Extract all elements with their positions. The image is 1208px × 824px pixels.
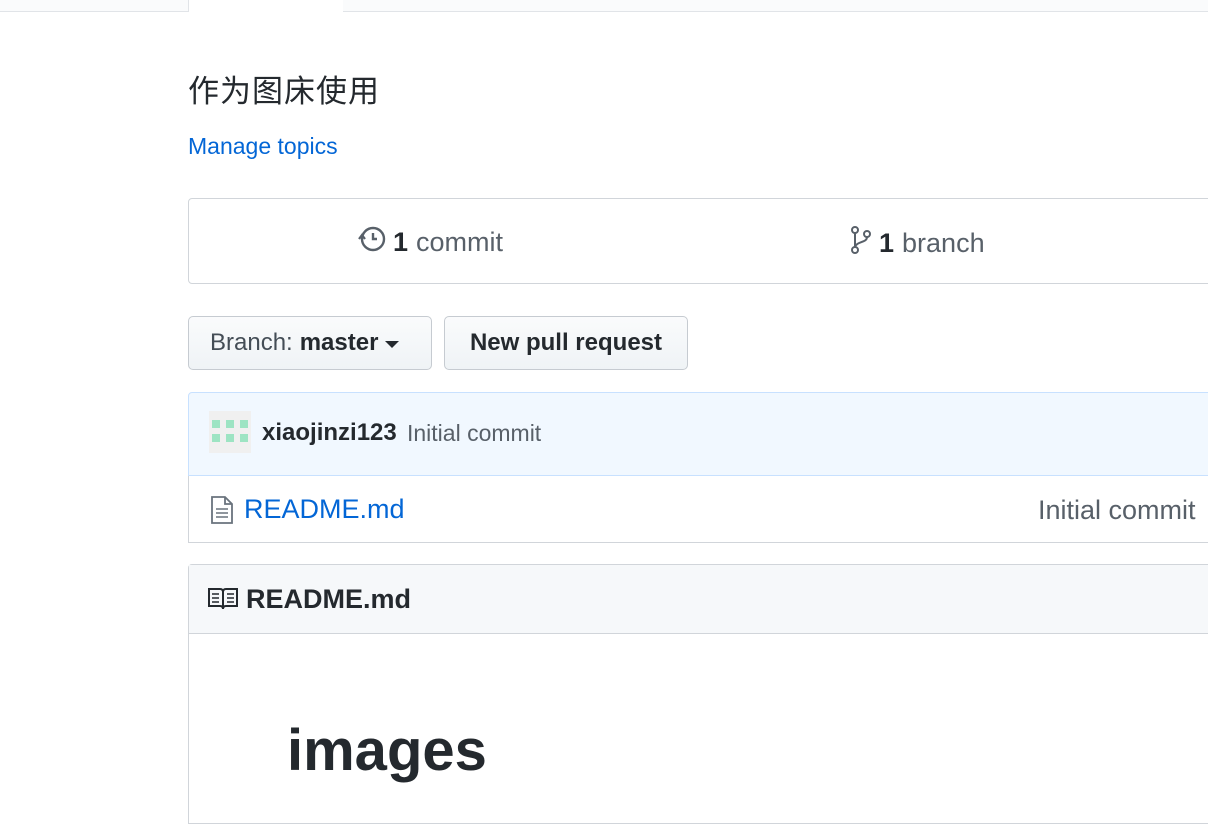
new-pull-request-button[interactable]: New pull request (444, 316, 688, 370)
branch-name: master (299, 329, 379, 356)
manage-topics-link[interactable]: Manage topics (188, 133, 338, 160)
commit-message[interactable]: Initial commit (407, 420, 541, 447)
git-branch-icon (849, 225, 873, 262)
readme-heading: images (287, 718, 487, 783)
file-commit-message[interactable]: Initial commit (1038, 495, 1196, 526)
commits-label: commit (416, 227, 504, 257)
history-icon (357, 225, 387, 260)
latest-commit-bar: xiaojinzi123 Initial commit (188, 392, 1208, 476)
readme-header: README.md (189, 565, 1208, 634)
file-name-link[interactable]: README.md (244, 494, 405, 525)
branches-label: branch (902, 228, 985, 258)
readme-title: README.md (246, 584, 412, 614)
numbers-summary: 1 commit 1 branch (188, 198, 1208, 284)
branches-count: 1 (879, 228, 895, 258)
book-icon (207, 587, 239, 616)
branch-select-button[interactable]: Branch: master (188, 316, 432, 370)
branches-link[interactable]: 1 branch (849, 225, 985, 262)
repo-description: 作为图床使用 (188, 74, 380, 110)
file-icon (210, 496, 234, 529)
commit-author[interactable]: xiaojinzi123 (262, 419, 397, 447)
commits-count: 1 (393, 227, 409, 257)
avatar[interactable] (209, 411, 251, 453)
commits-link[interactable]: 1 commit (357, 225, 503, 260)
tab-inactive[interactable] (0, 0, 188, 12)
file-list: README.md Initial commit (188, 476, 1208, 543)
tab-active[interactable] (188, 0, 344, 12)
branch-prefix: Branch: (210, 329, 293, 356)
tab-strip-filler (343, 0, 1208, 12)
readme-box: README.md images (188, 564, 1208, 824)
repo-tab-strip (0, 0, 1208, 12)
caret-down-icon (385, 340, 400, 348)
